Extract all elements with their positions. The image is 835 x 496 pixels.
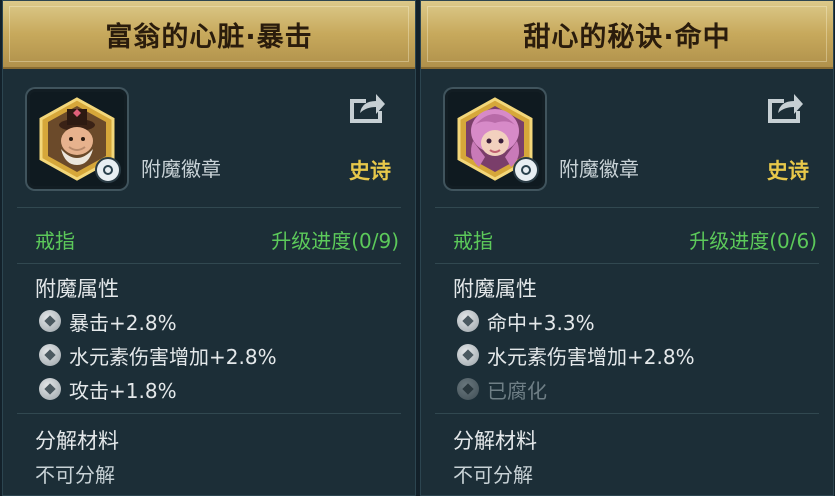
panel-header: 富翁的心脏·暴击: [3, 1, 415, 69]
attribute-icon: [457, 378, 479, 400]
attribute-row: 水元素伤害增加+2.8%: [457, 341, 695, 369]
attribute-row: 攻击+1.8%: [39, 375, 177, 403]
divider: [435, 413, 819, 414]
attribute-row: 水元素伤害增加+2.8%: [39, 341, 277, 369]
decompose-heading: 分解材料: [453, 429, 537, 453]
item-type-label: 附魔徽章: [559, 157, 639, 181]
attribute-icon: [39, 344, 61, 366]
ring-slot-icon: [95, 157, 121, 183]
item-title: 富翁的心脏·暴击: [105, 22, 313, 53]
divider: [435, 263, 819, 264]
ring-slot-icon: [513, 157, 539, 183]
item-panel-right: 甜心的秘诀·命中 附魔徽章 史诗 戒指 升级进度(0/6) 附魔属性 命中+3.…: [420, 0, 834, 496]
slot-label: 戒指: [453, 229, 493, 253]
divider: [17, 263, 401, 264]
decompose-heading: 分解材料: [35, 429, 119, 453]
attribute-row: 暴击+2.8%: [39, 307, 177, 335]
rarity-label: 史诗: [767, 159, 809, 183]
attribute-icon: [39, 310, 61, 332]
attribute-text: 攻击+1.8%: [69, 378, 177, 403]
slot-label: 戒指: [35, 229, 75, 253]
decompose-value: 不可分解: [453, 463, 533, 487]
enchant-compare-view: 富翁的心脏·暴击 附魔徽章 史诗 戒指 升级进度(0/9) 附魔属性 暴击+2.…: [0, 0, 835, 496]
item-panel-left: 富翁的心脏·暴击 附魔徽章 史诗 戒指 升级进度(0/9) 附魔属性 暴击+2.…: [2, 0, 416, 496]
upgrade-progress: 升级进度(0/9): [271, 229, 399, 253]
attribute-icon: [457, 344, 479, 366]
panel-header: 甜心的秘诀·命中: [421, 1, 833, 69]
attribute-icon: [457, 310, 479, 332]
attribute-text: 命中+3.3%: [487, 310, 595, 335]
attribute-text: 水元素伤害增加+2.8%: [487, 344, 695, 369]
attribute-icon: [39, 378, 61, 400]
divider: [17, 207, 401, 208]
item-title: 甜心的秘诀·命中: [523, 22, 731, 53]
upgrade-progress: 升级进度(0/6): [689, 229, 817, 253]
attributes-heading: 附魔属性: [35, 277, 119, 301]
attribute-text: 已腐化: [487, 378, 547, 403]
attribute-row-corrupted: 已腐化: [457, 375, 547, 403]
divider: [435, 207, 819, 208]
share-icon[interactable]: [346, 89, 386, 125]
decompose-value: 不可分解: [35, 463, 115, 487]
attributes-heading: 附魔属性: [453, 277, 537, 301]
attribute-text: 暴击+2.8%: [69, 310, 177, 335]
rarity-label: 史诗: [349, 159, 391, 183]
attribute-text: 水元素伤害增加+2.8%: [69, 344, 277, 369]
attribute-row: 命中+3.3%: [457, 307, 595, 335]
divider: [17, 413, 401, 414]
item-type-label: 附魔徽章: [141, 157, 221, 181]
share-icon[interactable]: [764, 89, 804, 125]
